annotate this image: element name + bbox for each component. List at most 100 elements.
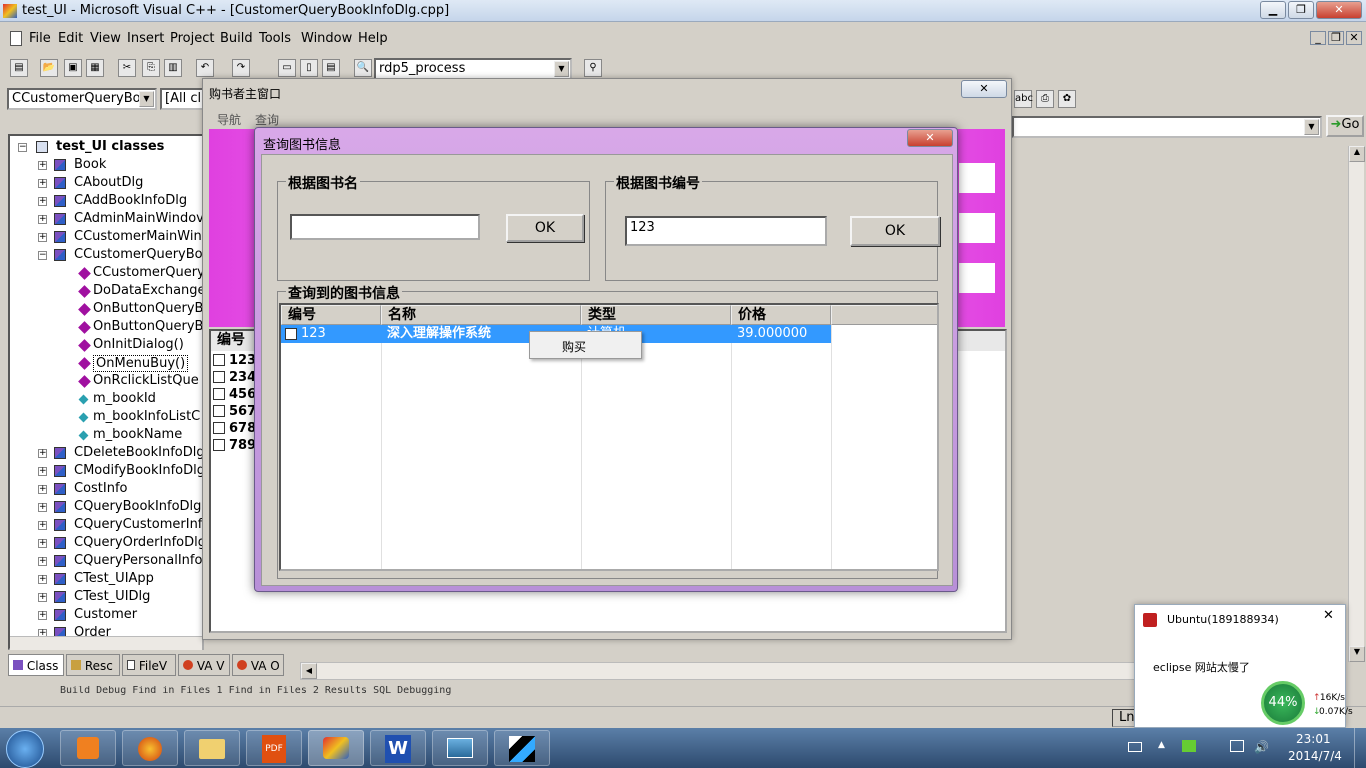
brain-icon[interactable]: ✿ — [1058, 90, 1076, 108]
go-button[interactable]: ➜Go — [1326, 115, 1364, 137]
mdi-restore-button[interactable]: ❐ — [1328, 31, 1344, 45]
scroll-up-icon[interactable]: ▲ — [1349, 146, 1365, 162]
expand-icon[interactable]: + — [38, 197, 47, 206]
collapse-icon[interactable]: − — [38, 251, 47, 260]
mdi-minimize-button[interactable]: _ — [1310, 31, 1326, 45]
expand-icon[interactable]: + — [38, 557, 47, 566]
list-item[interactable]: 567 — [213, 404, 256, 421]
menu-edit[interactable]: Edit — [58, 31, 83, 46]
open-folder-icon[interactable]: 📂 — [40, 59, 58, 77]
chevron-down-icon[interactable]: ▼ — [139, 91, 154, 107]
menu-insert[interactable]: Insert — [127, 31, 164, 46]
tree-hscroll[interactable] — [10, 636, 202, 650]
row-checkbox[interactable] — [213, 439, 225, 451]
col-header-type[interactable]: 类型 — [581, 305, 731, 325]
minimize-button[interactable]: ▁ — [1260, 1, 1286, 19]
editor-scrollbar[interactable]: ▲ ▼ — [1348, 146, 1365, 662]
expand-icon[interactable]: + — [38, 575, 47, 584]
volume-icon[interactable]: 🔊 — [1254, 740, 1269, 754]
keyboard-icon[interactable] — [1128, 742, 1142, 752]
taskbar-explorer[interactable] — [184, 730, 240, 766]
save-icon[interactable]: ▣ — [64, 59, 82, 77]
cut-icon[interactable]: ✂ — [118, 59, 136, 77]
paste-icon[interactable]: ▥ — [164, 59, 182, 77]
row-checkbox[interactable] — [213, 405, 225, 417]
expand-icon[interactable]: + — [38, 539, 47, 548]
collapse-icon[interactable]: − — [18, 143, 27, 152]
mdi-close-button[interactable]: ✕ — [1346, 31, 1362, 45]
filter-combo[interactable]: [All cl — [160, 88, 204, 110]
expand-icon[interactable]: + — [38, 593, 47, 602]
expand-icon[interactable]: + — [38, 503, 47, 512]
config-combo[interactable]: rdp5_process ▼ — [374, 58, 572, 80]
menu-project[interactable]: Project — [170, 31, 214, 46]
col-header-id[interactable]: 编号 — [281, 305, 381, 325]
chevron-down-icon[interactable]: ▼ — [554, 61, 569, 77]
row-checkbox[interactable] — [213, 388, 225, 400]
book-id-input[interactable]: 123 — [625, 216, 827, 246]
bookmark-icon[interactable]: ⎙ — [1036, 90, 1054, 108]
network-icon[interactable] — [1230, 740, 1244, 752]
clock-date[interactable]: 2014/7/4 — [1288, 749, 1342, 763]
find-in-files-icon[interactable]: 🔍 — [354, 59, 372, 77]
window-list-icon[interactable]: ▤ — [322, 59, 340, 77]
taskbar-media-player[interactable] — [60, 730, 116, 766]
taskbar-pdf[interactable]: PDF — [246, 730, 302, 766]
menu-view[interactable]: View — [90, 31, 121, 46]
list-item[interactable]: 234 — [213, 370, 256, 387]
expand-icon[interactable]: + — [38, 215, 47, 224]
chevron-down-icon[interactable]: ▼ — [1304, 119, 1319, 135]
nvidia-icon[interactable] — [1182, 740, 1196, 752]
start-button[interactable] — [6, 730, 44, 768]
taskbar-image[interactable] — [432, 730, 488, 766]
menu-file[interactable]: File — [29, 31, 51, 46]
row-checkbox[interactable] — [213, 354, 225, 366]
book-name-input[interactable] — [290, 214, 480, 240]
close-button[interactable]: ✕ — [1316, 1, 1362, 19]
context-menu-buy[interactable]: 购买 — [562, 338, 586, 355]
redo-icon[interactable]: ↷ — [232, 59, 250, 77]
output-icon[interactable]: ▯ — [300, 59, 318, 77]
tab-file-view[interactable]: FileV — [122, 654, 176, 676]
parent-close-button[interactable]: ✕ — [961, 80, 1007, 98]
show-desktop-button[interactable] — [1354, 728, 1366, 768]
query-by-name-ok-button[interactable]: OK — [506, 214, 584, 242]
new-file-icon[interactable]: ▤ — [10, 59, 28, 77]
dialog-close-button[interactable]: ✕ — [907, 129, 953, 147]
address-combo[interactable]: ▼ — [1012, 116, 1322, 138]
expand-icon[interactable]: + — [38, 179, 47, 188]
tab-class-view[interactable]: Class — [8, 654, 64, 676]
maximize-button[interactable]: ❐ — [1288, 1, 1314, 19]
workspace-icon[interactable]: ▭ — [278, 59, 296, 77]
tab-va-view[interactable]: VA V — [178, 654, 230, 676]
expand-icon[interactable]: + — [38, 611, 47, 620]
output-tabs[interactable]: Build Debug Find in Files 1 Find in File… — [60, 686, 700, 698]
expand-icon[interactable]: + — [38, 161, 47, 170]
row-checkbox[interactable] — [213, 422, 225, 434]
scroll-left-icon[interactable]: ◀ — [301, 663, 317, 679]
list-item[interactable]: 678 — [213, 421, 256, 438]
menu-help[interactable]: Help — [358, 31, 388, 46]
parent-menu-nav[interactable]: 导航 — [217, 111, 241, 128]
copy-icon[interactable]: ⎘ — [142, 59, 160, 77]
taskbar-app[interactable] — [494, 730, 550, 766]
expand-icon[interactable]: + — [38, 467, 47, 476]
menu-tools[interactable]: Tools — [259, 31, 291, 46]
tray-expand-icon[interactable]: ▲ — [1158, 740, 1165, 750]
list-item[interactable]: 789 — [213, 438, 256, 455]
clock-time[interactable]: 23:01 — [1296, 732, 1331, 746]
query-by-id-ok-button[interactable]: OK — [850, 216, 940, 246]
class-view-tree[interactable]: − test_UI classes + Book + CAboutDlg + CAddBo… — [8, 134, 204, 650]
col-header-name[interactable]: 名称 — [381, 305, 581, 325]
tab-va-outline[interactable]: VA O — [232, 654, 284, 676]
row-checkbox[interactable] — [285, 328, 297, 340]
notification-close-button[interactable]: ✕ — [1323, 608, 1334, 623]
menu-build[interactable]: Build — [220, 31, 253, 46]
parent-menu-query[interactable]: 查询 — [255, 111, 279, 128]
search-icon[interactable]: ⚲ — [584, 59, 602, 77]
expand-icon[interactable]: + — [38, 449, 47, 458]
spell-check-icon[interactable]: abc — [1014, 90, 1033, 108]
list-item[interactable]: 123 — [213, 353, 256, 370]
class-combo[interactable]: CCustomerQueryBo ▼ — [7, 88, 157, 110]
tab-resource-view[interactable]: Resc — [66, 654, 120, 676]
